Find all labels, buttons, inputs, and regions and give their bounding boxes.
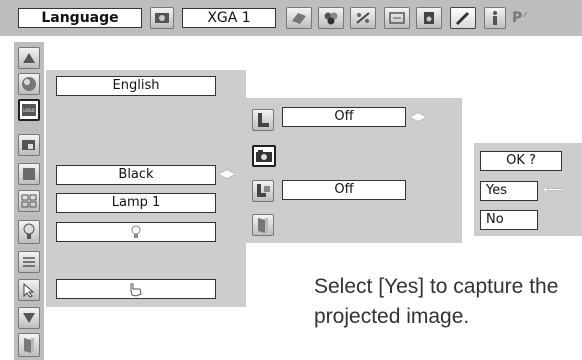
image-adjust-icon[interactable] <box>350 7 376 29</box>
language-value[interactable]: English <box>56 76 216 96</box>
logo-pin-lock-value[interactable]: Off <box>282 180 406 200</box>
no-button[interactable]: No <box>480 210 538 230</box>
setting-glyph <box>455 11 470 26</box>
color-icon[interactable] <box>18 73 40 95</box>
image-select-glyph <box>324 12 338 25</box>
submenu-exit-glyph <box>258 218 268 233</box>
arrow-up-glyph <box>23 53 35 63</box>
logo-select-arrows-icon[interactable]: ◀▶ <box>410 110 426 123</box>
pointer-value[interactable] <box>56 279 216 299</box>
input-icon-glyph <box>155 13 169 23</box>
arrow-down-icon[interactable] <box>18 307 40 329</box>
lamp-value[interactable] <box>56 222 216 242</box>
input-icon[interactable] <box>150 7 174 29</box>
confirm-title: OK ? <box>480 151 562 171</box>
arrow-down-glyph <box>23 313 35 323</box>
screen-icon[interactable] <box>18 134 40 156</box>
sound-icon[interactable] <box>416 7 442 29</box>
setting-icon[interactable] <box>450 7 476 29</box>
logo-select-icon[interactable] <box>252 109 274 131</box>
arrow-up-icon[interactable] <box>18 47 40 69</box>
pc-adjust-icon[interactable] <box>286 7 312 29</box>
submenu-exit-icon[interactable] <box>252 214 274 236</box>
pc-badge: Pᐟ <box>512 10 542 30</box>
information-glyph <box>493 11 497 25</box>
language-label: Language <box>18 8 142 28</box>
exit-glyph <box>24 338 34 353</box>
color-glyph <box>22 77 36 91</box>
pc-badge-mark: ᐟ <box>522 10 529 26</box>
screen-size-glyph <box>389 12 405 24</box>
screen-glyph <box>22 140 35 150</box>
lamp-icon[interactable] <box>18 220 40 244</box>
background-arrows-icon[interactable]: ◀▶ <box>219 167 235 180</box>
image-select-icon[interactable] <box>318 7 344 29</box>
selection-arrow-icon: ⟵ <box>543 182 564 198</box>
pointer-glyph <box>23 282 35 298</box>
pc-badge-text: P <box>512 10 523 26</box>
pointer-icon[interactable] <box>18 279 40 301</box>
setting-list-glyph <box>23 257 35 267</box>
background-glyph <box>23 168 35 180</box>
sound-glyph <box>424 12 434 24</box>
instruction-text: Select [Yes] to capture the projected im… <box>314 275 559 328</box>
display-value[interactable]: Lamp 1 <box>56 193 216 213</box>
display-icon[interactable] <box>18 190 40 212</box>
screen-size-icon[interactable] <box>384 7 410 29</box>
logo-glyph: LOGO <box>22 104 36 116</box>
resolution-label: XGA 1 <box>182 8 276 28</box>
logo-pin-lock-icon[interactable] <box>252 180 274 202</box>
logo-icon[interactable]: LOGO <box>18 99 40 121</box>
background-icon[interactable] <box>18 163 40 185</box>
logo-select-glyph <box>258 113 269 127</box>
display-glyph <box>21 194 37 208</box>
capture-icon[interactable] <box>252 145 276 167</box>
pc-adjust-glyph <box>292 13 306 24</box>
capture-glyph <box>256 150 272 162</box>
svg-text:LOGO: LOGO <box>23 108 34 113</box>
lightbulb-icon <box>131 225 141 238</box>
main-panel <box>46 70 246 307</box>
lamp-glyph <box>23 223 35 239</box>
image-adjust-glyph <box>356 12 370 24</box>
logo-pin-lock-glyph <box>257 184 270 197</box>
exit-icon[interactable] <box>18 333 40 357</box>
logo-select-value[interactable]: Off <box>282 107 406 127</box>
background-value[interactable]: Black <box>56 165 216 185</box>
setting-list-icon[interactable] <box>18 251 40 273</box>
yes-button[interactable]: Yes <box>480 181 538 201</box>
hand-pointer-icon <box>130 283 142 297</box>
information-icon[interactable] <box>484 7 506 29</box>
